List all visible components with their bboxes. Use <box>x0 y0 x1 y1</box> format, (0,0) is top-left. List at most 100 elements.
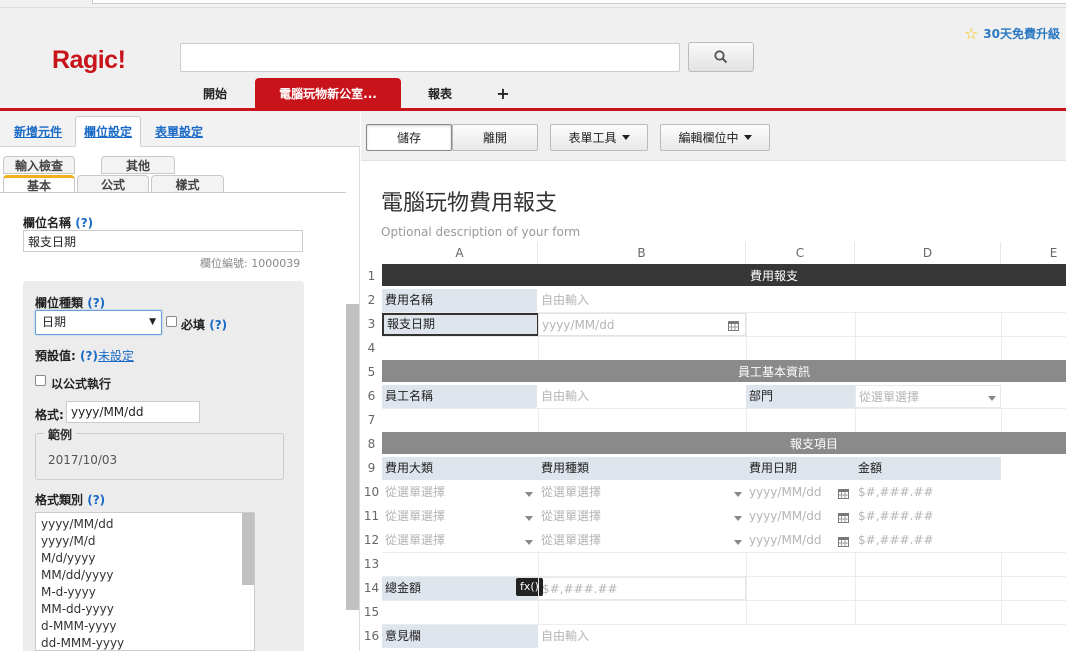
format-type-list[interactable]: yyyy/MM/dd yyyy/M/d M/d/yyyy MM/dd/yyyy … <box>35 512 255 651</box>
header-expense-date[interactable]: 費用日期 <box>746 457 855 480</box>
grid-line <box>382 336 1066 337</box>
edit-mode-button[interactable]: 編輯欄位中 <box>660 124 770 151</box>
section-header-expense[interactable]: 費用報支 <box>382 264 1066 286</box>
grid-line <box>382 600 1066 601</box>
list-item[interactable]: MM/dd/yyyy <box>36 567 254 584</box>
help-icon[interactable]: (?) <box>87 493 105 507</box>
subtable-amount-cell[interactable]: $#,###.## <box>855 481 1001 504</box>
field-label-department[interactable]: 部門 <box>746 385 855 408</box>
field-remarks[interactable]: 自由輸入 <box>538 625 1066 648</box>
header-expense-type[interactable]: 費用種類 <box>538 457 746 480</box>
nav-tab-start[interactable]: 開始 <box>190 78 240 108</box>
field-label-expense-name[interactable]: 費用名稱 <box>382 289 537 312</box>
column-header[interactable]: B <box>538 242 746 264</box>
subtable-type-cell[interactable]: 從選單選擇 <box>538 529 746 552</box>
field-department[interactable]: 從選單選擇 <box>855 385 1001 408</box>
form-tools-button[interactable]: 表單工具 <box>550 124 648 151</box>
help-icon[interactable]: (?) <box>75 216 93 230</box>
subtab-input-validation[interactable]: 輸入檢查 <box>3 156 75 174</box>
row-header[interactable]: 8 <box>361 432 382 456</box>
subtable-type-cell[interactable]: 從選單選擇 <box>538 505 746 528</box>
row-header[interactable]: 6 <box>361 384 382 408</box>
row-header[interactable]: 2 <box>361 288 382 312</box>
list-item[interactable]: dd-MMM-yyyy <box>36 635 254 650</box>
row-header[interactable]: 14 <box>361 576 382 600</box>
list-item[interactable]: MM-dd-yyyy <box>36 601 254 618</box>
row-header[interactable]: 10 <box>361 480 382 504</box>
calendar-icon[interactable] <box>838 488 849 499</box>
calendar-icon[interactable] <box>838 512 849 523</box>
close-button[interactable]: 離開 <box>452 124 538 151</box>
format-input[interactable] <box>66 401 200 423</box>
ragic-logo[interactable]: Ragic! <box>52 46 126 75</box>
form-title[interactable]: 電腦玩物費用報支 <box>381 185 557 217</box>
field-name-input[interactable] <box>23 230 303 252</box>
field-expense-name[interactable]: 自由輸入 <box>538 289 1066 312</box>
formula-exec-checkbox[interactable] <box>35 375 46 386</box>
list-item[interactable]: yyyy/MM/dd <box>36 516 254 533</box>
nav-tab-add[interactable]: + <box>492 78 514 108</box>
row-header[interactable]: 4 <box>361 336 382 360</box>
panel-scrollbar[interactable] <box>346 304 359 610</box>
section-header-items[interactable]: 報支項目 <box>382 432 1066 454</box>
list-item[interactable]: M/d/yyyy <box>36 550 254 567</box>
field-report-date[interactable]: yyyy/MM/dd <box>538 313 746 336</box>
list-scrollbar[interactable] <box>242 513 254 585</box>
subtable-category-cell[interactable]: 從選單選擇 <box>382 529 538 552</box>
search-button[interactable] <box>688 42 754 72</box>
subtab-formula[interactable]: 公式 <box>77 175 149 193</box>
subtable-amount-cell[interactable]: $#,###.## <box>855 505 1001 528</box>
subtab-style[interactable]: 樣式 <box>151 175 224 193</box>
subtable-category-cell[interactable]: 從選單選擇 <box>382 505 538 528</box>
row-header[interactable]: 13 <box>361 552 382 576</box>
subtable-type-cell[interactable]: 從選單選擇 <box>538 481 746 504</box>
row-header[interactable]: 3 <box>361 312 382 336</box>
section-header-employee[interactable]: 員工基本資訊 <box>382 360 1066 382</box>
field-label-total[interactable]: 總金額 <box>382 577 538 600</box>
help-icon[interactable]: (?) <box>209 318 227 332</box>
header-expense-category[interactable]: 費用大類 <box>382 457 538 480</box>
subtable-amount-cell[interactable]: $#,###.## <box>855 529 1001 552</box>
row-header[interactable]: 11 <box>361 504 382 528</box>
row-header[interactable]: 1 <box>361 264 382 288</box>
column-header[interactable]: A <box>382 242 538 264</box>
field-employee-name[interactable]: 自由輸入 <box>538 385 746 408</box>
upgrade-link[interactable]: ☆ 30天免費升級 <box>964 25 1060 42</box>
row-header[interactable]: 7 <box>361 408 382 432</box>
calendar-icon[interactable] <box>728 320 739 331</box>
nav-tab-office[interactable]: 電腦玩物新公室... <box>255 78 401 108</box>
form-description[interactable]: Optional description of your form <box>381 225 580 239</box>
column-header[interactable]: E <box>1001 242 1066 264</box>
list-item[interactable]: M-d-yyyy <box>36 584 254 601</box>
subtab-other[interactable]: 其他 <box>101 156 175 174</box>
row-header[interactable]: 15 <box>361 600 382 624</box>
example-legend: 範例 <box>44 426 77 443</box>
help-icon[interactable]: (?) <box>87 296 105 310</box>
field-label-remarks[interactable]: 意見欄 <box>382 625 538 648</box>
list-item[interactable]: yyyy/M/d <box>36 533 254 550</box>
field-total[interactable]: $#,###.## <box>538 577 746 600</box>
subtab-basic[interactable]: 基本 <box>3 175 75 193</box>
tab-field-settings[interactable]: 欄位設定 <box>75 116 141 147</box>
tab-add-element[interactable]: 新增元件 <box>8 116 68 147</box>
tab-form-settings[interactable]: 表單設定 <box>148 116 210 147</box>
field-type-select[interactable]: 日期 ▼ <box>35 310 162 335</box>
required-checkbox[interactable] <box>166 316 177 327</box>
row-header[interactable]: 16 <box>361 624 382 648</box>
header-amount[interactable]: 金額 <box>855 457 1001 480</box>
search-input[interactable] <box>180 43 680 72</box>
help-icon[interactable]: (?) <box>80 349 98 363</box>
column-header[interactable]: C <box>746 242 855 264</box>
row-header[interactable]: 5 <box>361 360 382 384</box>
subtable-category-cell[interactable]: 從選單選擇 <box>382 481 538 504</box>
default-value-link[interactable]: 未設定 <box>98 349 134 363</box>
calendar-icon[interactable] <box>838 536 849 547</box>
field-label-report-date[interactable]: 報支日期 <box>382 313 539 336</box>
column-header[interactable]: D <box>855 242 1001 264</box>
nav-tab-reports[interactable]: 報表 <box>418 78 462 108</box>
field-label-employee-name[interactable]: 員工名稱 <box>382 385 537 408</box>
list-item[interactable]: d-MMM-yyyy <box>36 618 254 635</box>
save-button[interactable]: 儲存 <box>366 124 452 151</box>
row-header[interactable]: 12 <box>361 528 382 552</box>
row-header[interactable]: 9 <box>361 456 382 480</box>
